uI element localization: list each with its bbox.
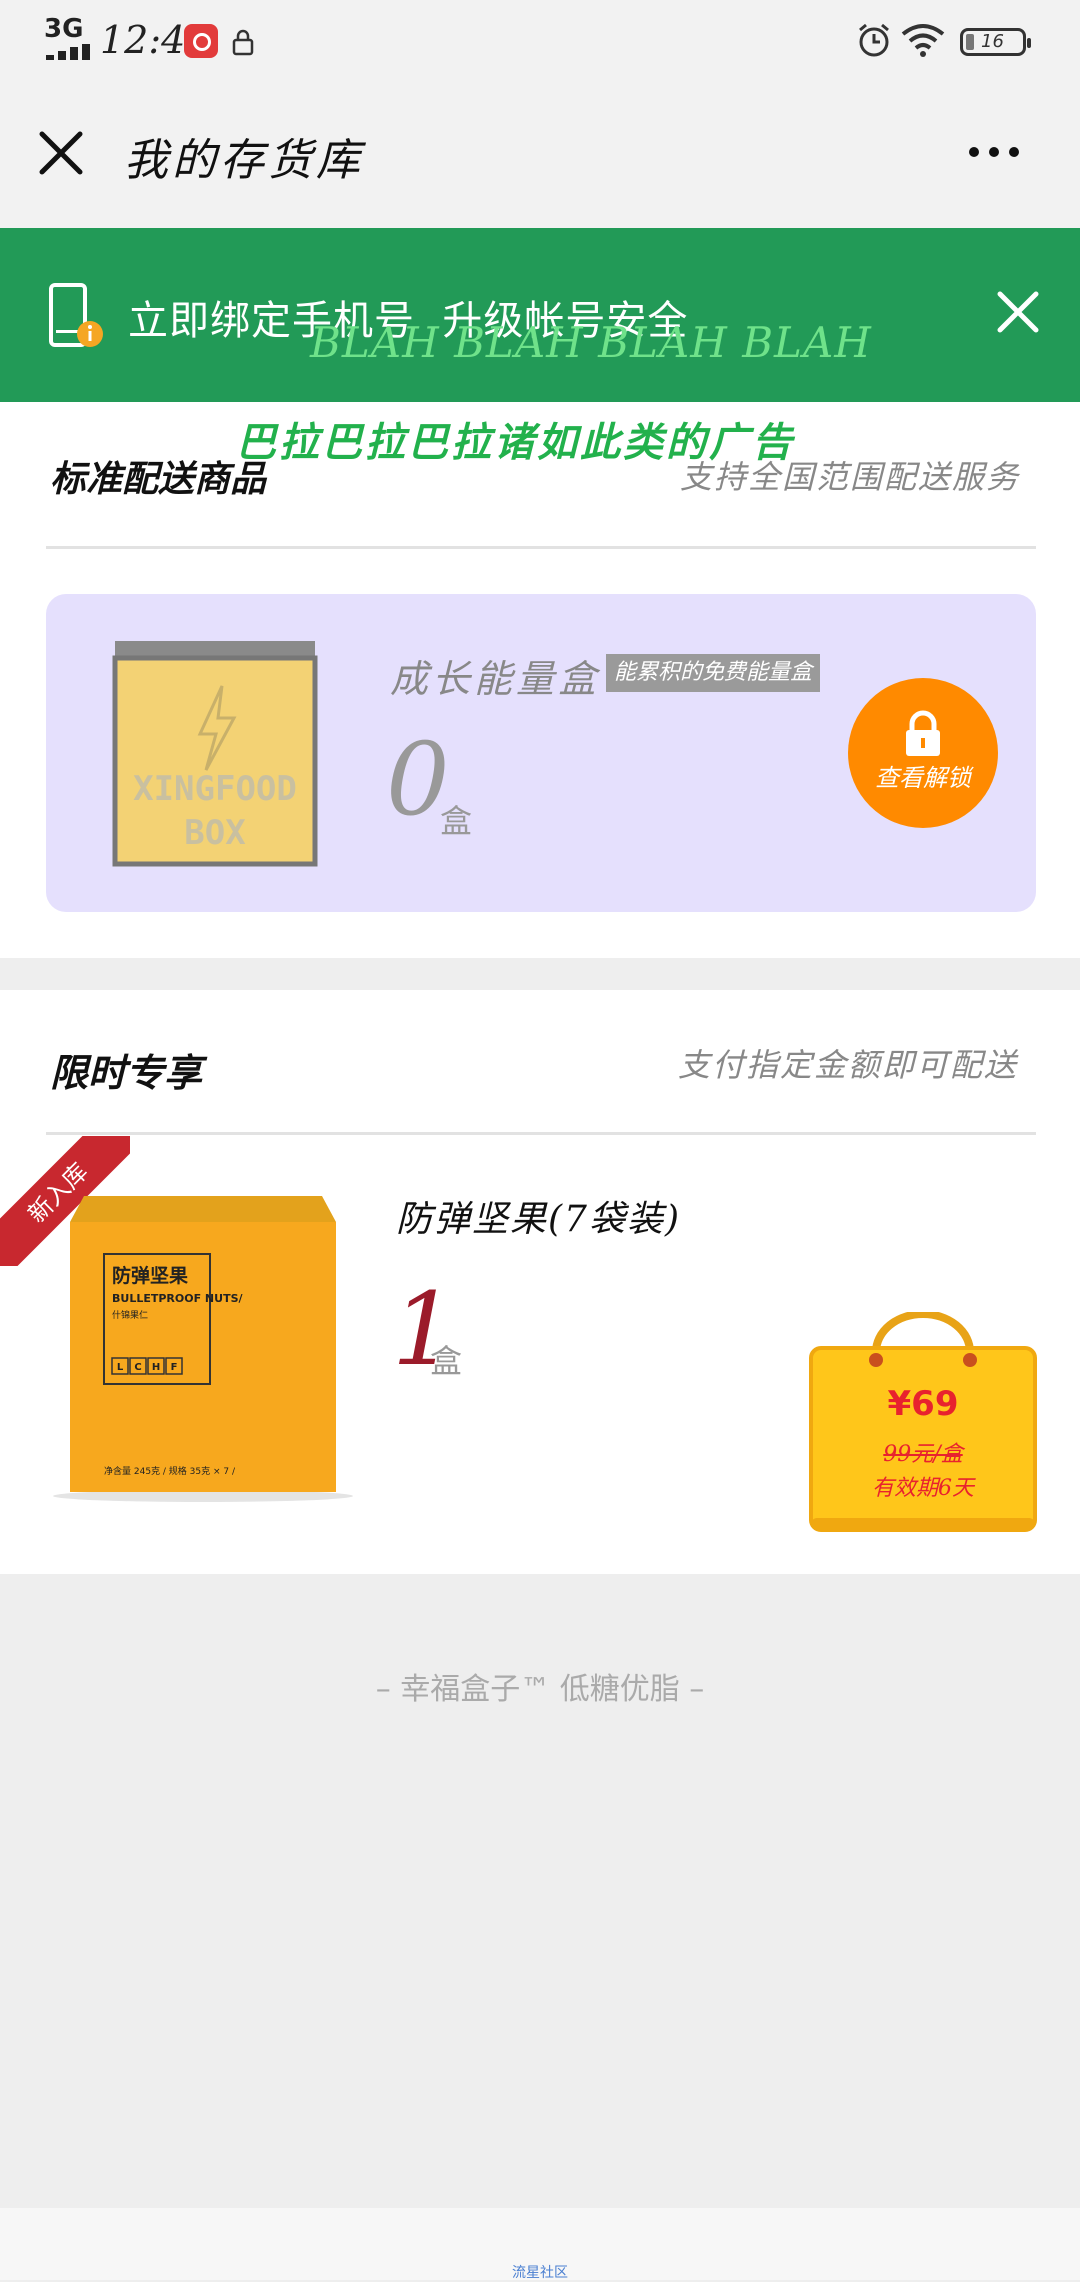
section-title-limited: 限时专享 — [50, 1050, 203, 1095]
lock-icon — [906, 710, 940, 756]
battery-icon: 16 — [960, 28, 1031, 56]
battery-level: 16 — [981, 31, 1004, 52]
product-unit: 盒 — [430, 1342, 463, 1380]
nuts-product-image[interactable]: 防弹坚果 BULLETPROOF NUTS/ 什锦果仁 L C H F 净含量 … — [48, 1196, 358, 1508]
package-cn: 什锦果仁 — [112, 1309, 148, 1321]
page-title: 我的存货库 — [124, 135, 364, 186]
more-icon[interactable] — [966, 144, 1022, 160]
banner-overlay-text: BLAH BLAH BLAH BLAH — [310, 318, 872, 367]
package-title: 防弹坚果 — [112, 1264, 188, 1287]
banner-close-icon[interactable] — [994, 288, 1042, 336]
network-type: 3G — [44, 14, 84, 44]
product-name: 防弹坚果(7袋装) — [396, 1199, 681, 1240]
section-subtitle-standard: 支持全国范围配送服务 — [680, 458, 1021, 496]
footer-slogan: – 幸福盒子™ 低糖优脂 – — [375, 1672, 705, 1707]
community-link[interactable]: 流星社区 — [0, 2262, 1080, 2282]
divider — [46, 1132, 1036, 1135]
section-title-standard: 标准配送商品 — [50, 458, 267, 500]
box-label-line2: BOX — [184, 813, 246, 853]
music-app-icon — [184, 24, 218, 58]
product-price: ¥69 — [887, 1384, 959, 1424]
package-footer: 净含量 245克 / 规格 35克 × 7 / — [104, 1465, 236, 1477]
divider — [46, 546, 1036, 549]
close-icon[interactable] — [36, 128, 86, 178]
package-subtitle: BULLETPROOF NUTS/ — [112, 1292, 243, 1305]
product-original-price: 99元/盒 — [883, 1442, 963, 1467]
phone-alert-icon — [49, 283, 103, 347]
energy-box-image: XINGFOOD BOX — [112, 641, 318, 867]
package-letter: H — [152, 1362, 160, 1373]
energy-box-tag: 能累积的免费能量盒 — [606, 654, 821, 692]
unlock-button-label: 查看解锁 — [875, 764, 971, 792]
product-validity: 有效期6天 — [872, 1476, 974, 1501]
alarm-icon — [859, 23, 889, 57]
package-letter: F — [171, 1362, 178, 1373]
lock-icon — [232, 29, 254, 56]
section-subtitle-limited: 支付指定金额即可配送 — [678, 1046, 1019, 1084]
signal-icon — [46, 44, 94, 60]
box-label-line1: XINGFOOD — [133, 769, 297, 809]
energy-box-name: 成长能量盒 — [390, 657, 601, 701]
energy-box-unit: 盒 — [440, 802, 473, 840]
package-letter: C — [134, 1362, 141, 1373]
package-letter: L — [117, 1362, 124, 1373]
wifi-icon — [901, 24, 945, 57]
